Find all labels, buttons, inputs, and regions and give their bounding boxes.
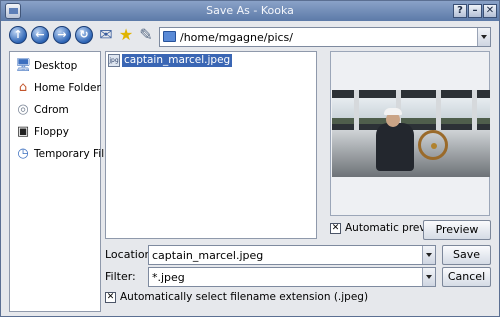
desktop-icon: 🖥: [15, 58, 32, 73]
minimize-button[interactable]: –: [468, 4, 482, 18]
filter-label: Filter:: [105, 270, 136, 283]
save-as-dialog: Save As - Kooka ? – ✕ ↑ ← → ↻ ✉ ★ ✎ /hom…: [0, 0, 500, 317]
back-arrow-icon[interactable]: ←: [31, 26, 49, 44]
file-name: captain_marcel.jpeg: [122, 54, 233, 67]
configure-wrench-icon[interactable]: ✎: [137, 26, 155, 44]
place-desktop[interactable]: 🖥 Desktop: [10, 56, 100, 76]
place-label: Cdrom: [34, 104, 69, 116]
cdrom-icon: ◎: [17, 102, 29, 117]
filter-value: *.jpeg: [152, 271, 185, 284]
auto-extension-label: Automatically select filename extension …: [120, 291, 369, 303]
location-input[interactable]: captain_marcel.jpeg: [148, 245, 436, 265]
image-file-icon: jpg: [108, 54, 120, 67]
title-bar[interactable]: Save As - Kooka ? – ✕: [1, 1, 499, 21]
home-icon: ⌂: [18, 80, 28, 95]
chevron-down-icon[interactable]: [422, 246, 435, 264]
folder-icon: [163, 31, 176, 42]
place-floppy[interactable]: ▣ Floppy: [10, 122, 100, 142]
filter-combobox[interactable]: *.jpeg: [148, 267, 436, 287]
help-button[interactable]: ?: [453, 4, 467, 18]
bookmark-star-icon[interactable]: ★: [117, 26, 135, 44]
new-folder-icon[interactable]: ✉: [97, 26, 115, 44]
checkbox-checked-icon[interactable]: ✕: [105, 292, 116, 303]
preview-button[interactable]: Preview: [423, 220, 491, 240]
path-text: /home/mgagne/pics/: [180, 31, 293, 44]
place-cdrom[interactable]: ◎ Cdrom: [10, 100, 100, 120]
place-label: Home Folder: [34, 82, 101, 94]
temp-folder-icon: ◷: [17, 146, 29, 161]
close-button[interactable]: ✕: [483, 4, 497, 18]
forward-arrow-icon[interactable]: →: [53, 26, 71, 44]
place-temporary-files[interactable]: ◷ Temporary Fil...: [10, 144, 114, 164]
places-panel: 🖥 Desktop ⌂ Home Folder ◎ Cdrom ▣ Floppy…: [9, 51, 114, 312]
reload-icon[interactable]: ↻: [75, 26, 93, 44]
place-home-folder[interactable]: ⌂ Home Folder: [10, 78, 101, 98]
place-label: Floppy: [34, 126, 69, 138]
place-label: Desktop: [34, 60, 78, 72]
place-label: Temporary Fil...: [34, 148, 115, 160]
floppy-icon: ▣: [16, 124, 30, 139]
checkbox-checked-icon[interactable]: ✕: [330, 223, 341, 234]
location-value: captain_marcel.jpeg: [152, 249, 264, 262]
up-arrow-icon[interactable]: ↑: [9, 26, 27, 44]
preview-image: [332, 90, 490, 177]
cancel-button[interactable]: Cancel: [442, 267, 491, 287]
chevron-down-icon[interactable]: [477, 28, 490, 46]
save-button[interactable]: Save: [442, 245, 491, 265]
file-list[interactable]: jpg captain_marcel.jpeg: [105, 51, 317, 239]
chevron-down-icon[interactable]: [422, 268, 435, 286]
path-combobox[interactable]: /home/mgagne/pics/: [159, 27, 491, 47]
window-title: Save As - Kooka: [206, 4, 294, 17]
